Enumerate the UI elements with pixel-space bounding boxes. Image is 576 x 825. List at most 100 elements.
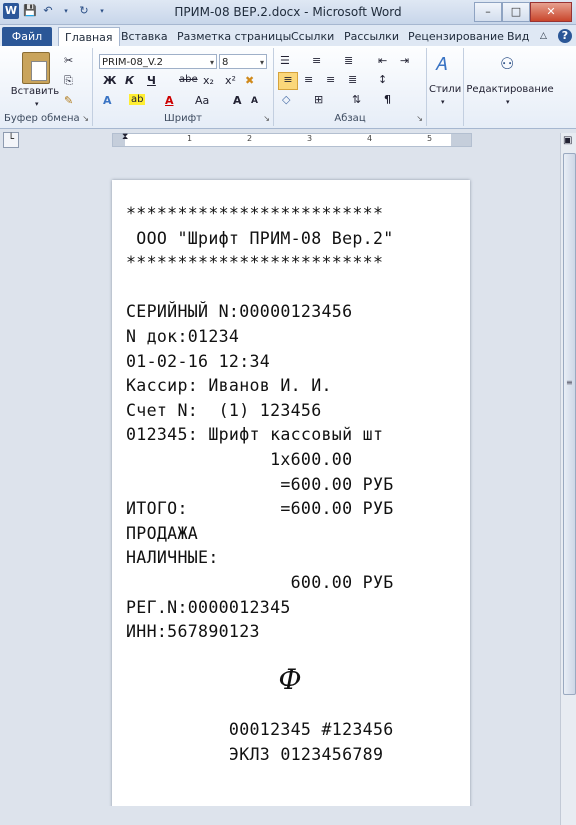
receipt-line: N док:01234	[126, 326, 240, 346]
clipboard-dialog-icon[interactable]: ↘	[82, 114, 89, 123]
document-page[interactable]: ************************* ООО "Шрифт ПРИ…	[112, 180, 470, 808]
copy-icon[interactable]: ⎘	[64, 74, 73, 88]
show-marks-button[interactable]: ¶	[384, 93, 391, 106]
sort-icon[interactable]: ⇅	[352, 93, 361, 106]
receipt-line	[126, 645, 394, 670]
receipt-line: 600.00 РУБ	[126, 572, 394, 592]
font-name-dropdown-icon[interactable]: ▾	[210, 55, 214, 70]
clear-formatting-icon[interactable]: ✖	[245, 74, 254, 87]
decrease-indent-icon[interactable]: ⇤	[378, 54, 387, 67]
help-icon[interactable]: ?	[558, 29, 572, 43]
receipt-line: 1x600.00	[126, 449, 353, 469]
vertical-scrollbar[interactable]: ▣ ≡	[560, 133, 576, 825]
receipt-line	[126, 276, 394, 301]
receipt-line: ИНН:567890123	[126, 622, 260, 642]
window-controls: – □ ✕	[474, 2, 572, 22]
indent-marker-icon[interactable]: ⧗	[122, 132, 128, 142]
styles-button[interactable]: Стили	[429, 84, 461, 95]
paragraph-dialog-icon[interactable]: ↘	[416, 114, 423, 123]
receipt-line: 01-02-16 12:34	[126, 351, 271, 371]
grip-icon: ≡	[566, 378, 573, 387]
tab-view[interactable]: Вид	[507, 27, 529, 46]
receipt-line: =600.00 РУБ	[126, 474, 394, 494]
shrink-font-button[interactable]: A	[251, 96, 258, 106]
receipt-line: НАЛИЧНЫЕ:	[126, 548, 219, 568]
font-name-combo[interactable]: PRIM-08_V.2 ▾	[99, 54, 217, 69]
receipt-line: РЕГ.N:0000012345	[126, 597, 291, 617]
line-spacing-icon[interactable]: ↕	[378, 73, 387, 86]
justify-icon[interactable]: ≣	[348, 73, 357, 86]
change-case-button[interactable]: Aa	[195, 94, 209, 107]
strikethrough-button[interactable]: abe	[179, 74, 198, 85]
ruler-number: 4	[367, 134, 373, 143]
subscript-button[interactable]: x₂	[203, 74, 214, 87]
paste-icon[interactable]	[22, 52, 50, 84]
tab-page-layout[interactable]: Разметка страницы	[177, 27, 291, 46]
paste-dropdown-icon[interactable]: ▾	[35, 100, 39, 108]
grow-font-button[interactable]: A	[233, 94, 242, 107]
format-painter-icon[interactable]: ✎	[64, 94, 73, 107]
minimize-ribbon-icon[interactable]: △	[540, 27, 547, 46]
close-button[interactable]: ✕	[530, 2, 572, 22]
receipt-line: СЕРИЙНЫЙ N:00000123456	[126, 302, 353, 322]
styles-dropdown-icon[interactable]: ▾	[441, 98, 445, 106]
receipt-line: ООО "Шрифт ПРИМ-08 Вер.2"	[126, 228, 394, 248]
multilevel-list-icon[interactable]: ≣	[344, 54, 353, 67]
fiscal-mark-logo: Ф	[278, 663, 302, 696]
highlight-color-icon[interactable]: ab	[129, 94, 146, 105]
font-color-icon[interactable]: A	[165, 94, 174, 107]
align-center-icon[interactable]: ≡	[304, 73, 313, 86]
cut-icon[interactable]: ✂	[64, 54, 73, 67]
receipt-text[interactable]: ************************* ООО "Шрифт ПРИ…	[126, 202, 394, 768]
ribbon-tabs: Файл Главная Вставка Разметка страницы С…	[0, 25, 576, 47]
ruler-toggle-icon[interactable]: ▣	[563, 135, 572, 146]
clipboard-group-label: Буфер обмена	[4, 113, 80, 124]
font-size-combo[interactable]: 8 ▾	[219, 54, 267, 69]
font-size-dropdown-icon[interactable]: ▾	[260, 55, 264, 70]
scrollbar-thumb[interactable]: ≡	[563, 153, 576, 695]
ruler-number: 1	[187, 134, 193, 143]
ruler-number: 5	[427, 134, 433, 143]
font-group-label: Шрифт	[164, 113, 202, 124]
italic-button[interactable]: К	[125, 74, 134, 87]
increase-indent-icon[interactable]: ⇥	[400, 54, 409, 67]
paste-button[interactable]: Вставить	[10, 86, 60, 97]
ribbon: Вставить ▾ ✂ ⎘ ✎ Буфер обмена ↘ PRIM-08_…	[0, 46, 576, 129]
superscript-button[interactable]: x²	[225, 74, 236, 87]
receipt-line	[126, 669, 394, 694]
receipt-line: Кассир: Иванов И. И.	[126, 376, 332, 396]
tab-references[interactable]: Ссылки	[291, 27, 334, 46]
tab-review[interactable]: Рецензирование	[408, 27, 504, 46]
bullets-icon[interactable]: ☰	[280, 54, 290, 67]
editing-dropdown-icon[interactable]: ▾	[506, 98, 510, 106]
ruler-number: 3	[307, 134, 313, 143]
borders-icon[interactable]: ⊞	[314, 93, 323, 106]
editing-group: ⚇ Редактирование ▾	[464, 48, 556, 126]
font-name-value: PRIM-08_V.2	[102, 57, 163, 68]
styles-group: 𝐴 Стили ▾	[427, 48, 464, 126]
numbering-icon[interactable]: ≡	[312, 54, 321, 67]
tab-mailings[interactable]: Рассылки	[344, 27, 399, 46]
binoculars-icon[interactable]: ⚇	[500, 54, 514, 73]
align-right-icon[interactable]: ≡	[326, 73, 335, 86]
receipt-line: 00012345 #123456	[126, 720, 394, 740]
tab-insert[interactable]: Вставка	[121, 27, 168, 46]
font-dialog-icon[interactable]: ↘	[263, 114, 270, 123]
minimize-button[interactable]: –	[474, 2, 502, 22]
tab-home[interactable]: Главная	[58, 27, 120, 47]
receipt-line: ИТОГО: =600.00 РУБ	[126, 499, 394, 519]
tab-selector[interactable]: └	[3, 132, 19, 148]
align-left-icon[interactable]: ≡	[278, 72, 298, 90]
tab-file[interactable]: Файл	[2, 27, 52, 46]
maximize-button[interactable]: □	[502, 2, 530, 22]
right-margin	[451, 134, 471, 146]
text-effects-icon[interactable]: A	[103, 94, 112, 107]
editing-button[interactable]: Редактирование	[466, 84, 554, 95]
receipt-line: *************************	[126, 204, 384, 223]
underline-button[interactable]: Ч	[147, 74, 156, 87]
shading-icon[interactable]: ◇	[282, 93, 290, 106]
bold-button[interactable]: Ж	[103, 74, 116, 87]
vertical-ruler	[0, 152, 14, 825]
ruler-bar[interactable]: ⧗ 1 2 3 4 5	[112, 132, 472, 147]
styles-icon[interactable]: 𝐴	[435, 54, 447, 75]
